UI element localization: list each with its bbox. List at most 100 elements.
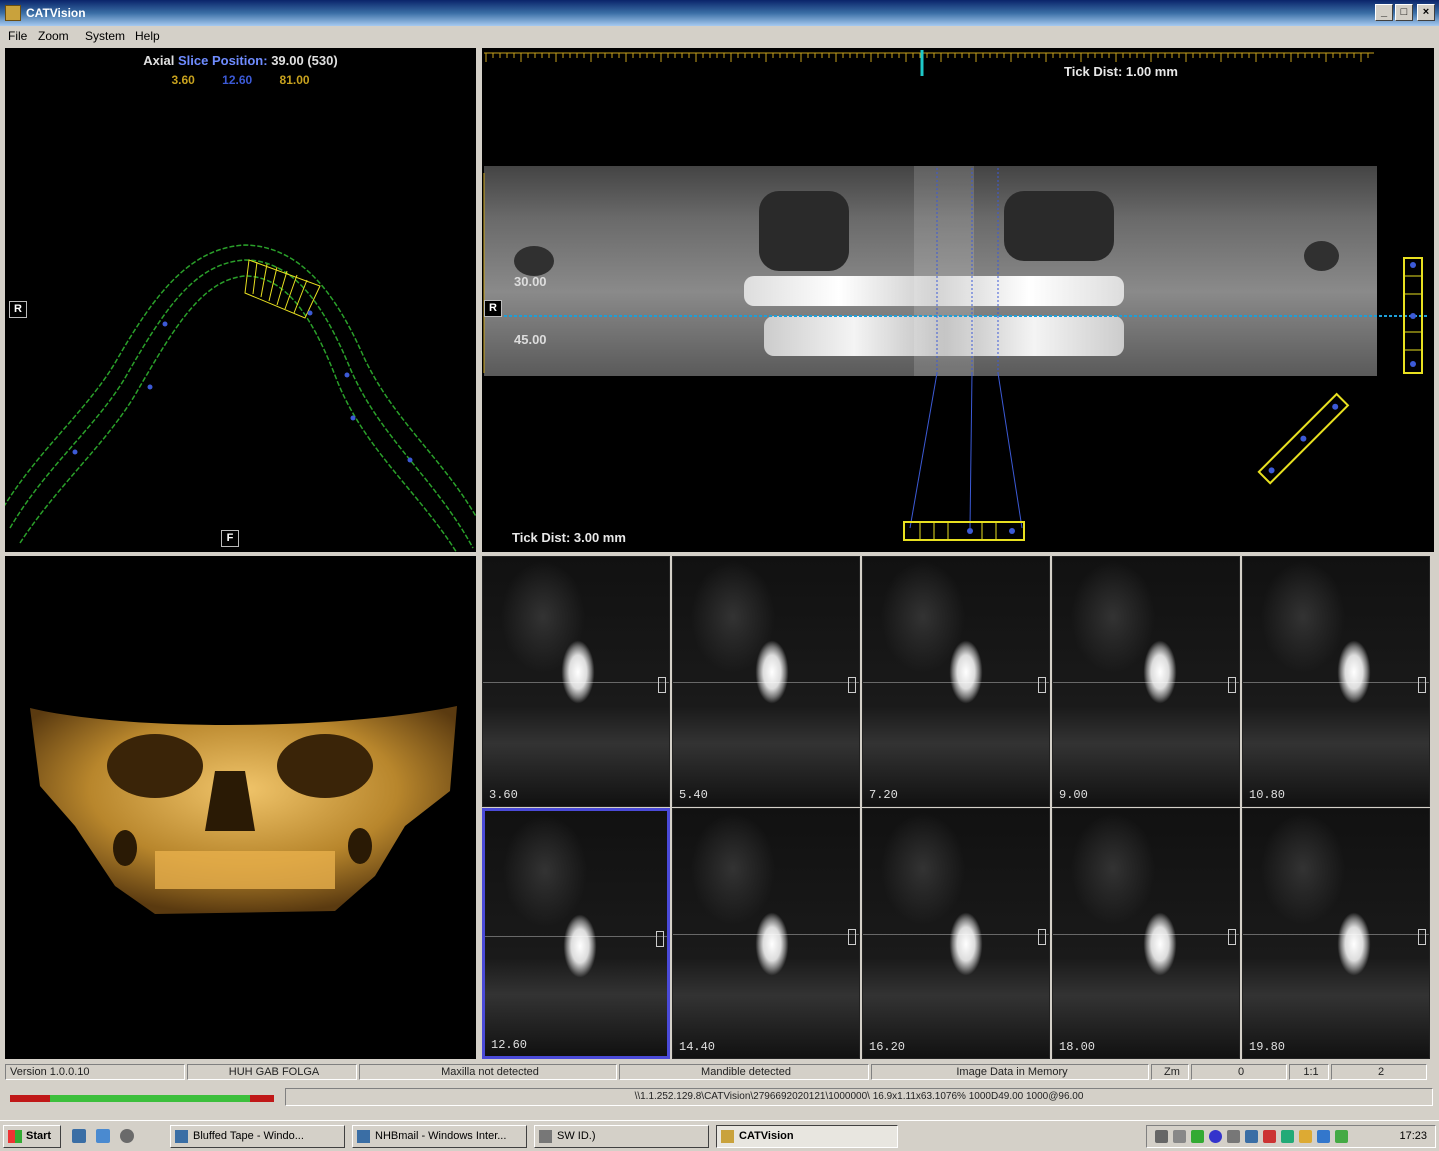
menu-bar: File Zoom System Help xyxy=(0,26,1439,46)
cross-section-cell[interactable]: 10.80 xyxy=(1242,556,1430,807)
cross-section-side-marker xyxy=(1038,677,1046,693)
tray-icon-3[interactable] xyxy=(1191,1130,1204,1143)
cross-section-side-marker xyxy=(848,677,856,693)
cross-section-cell[interactable]: 14.40 xyxy=(672,808,860,1059)
cross-section-cell[interactable]: 5.40 xyxy=(672,556,860,807)
cross-section-cell[interactable]: 16.20 xyxy=(862,808,1050,1059)
cross-section-side-marker xyxy=(658,677,666,693)
task-button-catvision[interactable]: CATVision xyxy=(716,1125,898,1148)
loading-progress-bar xyxy=(10,1095,274,1102)
cross-section-guide-line xyxy=(673,682,859,683)
menu-help[interactable]: Help xyxy=(135,29,160,43)
tray-icon-1[interactable] xyxy=(1155,1130,1168,1143)
menu-zoom[interactable]: Zoom xyxy=(38,29,69,43)
cross-section-side-marker xyxy=(1418,929,1426,945)
quicklaunch-ie-icon[interactable] xyxy=(72,1129,86,1143)
status-zoom-value: 0 xyxy=(1191,1064,1287,1080)
system-tray: 17:23 xyxy=(1146,1125,1436,1148)
slice-selector-diagonal xyxy=(1257,392,1350,485)
3d-skull-view[interactable] xyxy=(5,556,476,1059)
cross-section-guide-line xyxy=(483,682,669,683)
catvision-window: CATVision _ □ × File Zoom System Help Ax… xyxy=(0,0,1439,1151)
dental-arch-curves[interactable] xyxy=(5,48,476,552)
cross-section-label: 5.40 xyxy=(679,788,708,802)
windows-logo-icon xyxy=(8,1130,22,1143)
minimize-button[interactable]: _ xyxy=(1375,4,1393,21)
tray-icon-7[interactable] xyxy=(1263,1130,1276,1143)
menu-system[interactable]: System xyxy=(85,29,125,43)
cross-section-cell[interactable]: 18.00 xyxy=(1052,808,1240,1059)
cross-section-cell[interactable]: 9.00 xyxy=(1052,556,1240,807)
ie-icon xyxy=(357,1130,370,1143)
status-maxilla: Maxilla not detected xyxy=(359,1064,617,1080)
cross-section-label: 16.20 xyxy=(869,1040,906,1054)
cross-section-label: 18.00 xyxy=(1059,1040,1096,1054)
cross-section-label: 7.20 xyxy=(869,788,898,802)
status-zoom-label: Zm xyxy=(1151,1064,1189,1080)
cross-section-label: 14.40 xyxy=(679,1040,716,1054)
cross-section-side-marker xyxy=(1228,929,1236,945)
cross-section-label: 12.60 xyxy=(491,1038,528,1052)
cross-section-cell[interactable]: 7.20 xyxy=(862,556,1050,807)
cross-section-guide-line xyxy=(673,934,859,935)
taskbar: Start Bluffed Tape - Windo... NHBmail - … xyxy=(0,1120,1439,1151)
menu-file[interactable]: File xyxy=(8,29,27,43)
cross-section-label: 9.00 xyxy=(1059,788,1088,802)
cross-section-cell[interactable]: 12.60 xyxy=(482,808,670,1059)
cross-section-side-marker xyxy=(848,929,856,945)
progress-row: \\1.1.252.129.8\CATVision\2796692020121\… xyxy=(0,1084,1439,1114)
tray-icon-6[interactable] xyxy=(1245,1130,1258,1143)
catvision-icon xyxy=(721,1130,734,1143)
quicklaunch-media-icon[interactable] xyxy=(120,1129,134,1143)
3d-skull-render[interactable] xyxy=(5,556,476,1059)
task-button-3[interactable]: SW ID.) xyxy=(534,1125,709,1148)
cross-section-label: 19.80 xyxy=(1249,1040,1286,1054)
start-button[interactable]: Start xyxy=(3,1125,61,1148)
tray-icon-9[interactable] xyxy=(1299,1130,1312,1143)
maximize-button[interactable]: □ xyxy=(1395,4,1413,21)
cross-section-label: 10.80 xyxy=(1249,788,1286,802)
window-title: CATVision xyxy=(26,6,86,20)
cross-section-guide-line xyxy=(863,934,1049,935)
tray-icon-11[interactable] xyxy=(1335,1130,1348,1143)
cross-section-grid: 3.60 5.40 7.20 9.00 10.80 12.60 14.40 16.20 18.0… xyxy=(482,556,1434,1059)
depth-label-upper: 30.00 xyxy=(514,274,547,289)
axial-view[interactable]: Axial Slice Position: 39.00 (530) 3.60 1… xyxy=(5,48,476,552)
status-mandible: Mandible detected xyxy=(619,1064,869,1080)
close-button[interactable]: × xyxy=(1417,4,1435,21)
tray-icon-4[interactable] xyxy=(1209,1130,1222,1143)
folder-icon xyxy=(539,1130,552,1143)
cross-section-cell[interactable]: 19.80 xyxy=(1242,808,1430,1059)
pano-orient-right-marker: R xyxy=(484,300,502,317)
status-version: Version 1.0.0.10 xyxy=(5,1064,185,1080)
app-icon xyxy=(5,5,21,21)
depth-label-lower: 45.00 xyxy=(514,332,547,347)
tray-icon-2[interactable] xyxy=(1173,1130,1186,1143)
taskbar-clock: 17:23 xyxy=(1399,1130,1427,1142)
start-label: Start xyxy=(26,1130,52,1142)
tray-icon-8[interactable] xyxy=(1281,1130,1294,1143)
status-memory: Image Data in Memory xyxy=(871,1064,1149,1080)
quicklaunch-desktop-icon[interactable] xyxy=(96,1129,110,1143)
task-button-2[interactable]: NHBmail - Windows Inter... xyxy=(352,1125,527,1148)
status-host: HUH GAB FOLGA xyxy=(187,1064,357,1080)
cross-section-side-marker xyxy=(656,931,664,947)
cross-section-label: 3.60 xyxy=(489,788,518,802)
tray-icon-5[interactable] xyxy=(1227,1130,1240,1143)
status-bar: Version 1.0.0.10 HUH GAB FOLGA Maxilla n… xyxy=(0,1062,1439,1082)
cross-section-image xyxy=(485,811,667,1056)
data-path-field: \\1.1.252.129.8\CATVision\2796692020121\… xyxy=(285,1088,1433,1106)
cross-section-guide-line xyxy=(1243,934,1429,935)
title-bar: CATVision _ □ × xyxy=(0,0,1439,26)
cross-section-side-marker xyxy=(1228,677,1236,693)
status-ratio-value: 2 xyxy=(1331,1064,1427,1080)
panoramic-view[interactable]: Tick Dist: 1.00 mm 30.00 45.00 R Tick Di… xyxy=(482,48,1434,552)
slice-selector-horizontal xyxy=(903,521,1025,541)
tray-icon-10[interactable] xyxy=(1317,1130,1330,1143)
cross-section-cell[interactable]: 3.60 xyxy=(482,556,670,807)
cross-section-guide-line xyxy=(1053,682,1239,683)
cross-section-side-marker xyxy=(1418,677,1426,693)
cross-section-guide-line xyxy=(1243,682,1429,683)
task-button-1[interactable]: Bluffed Tape - Windo... xyxy=(170,1125,345,1148)
cross-section-side-marker xyxy=(1038,929,1046,945)
